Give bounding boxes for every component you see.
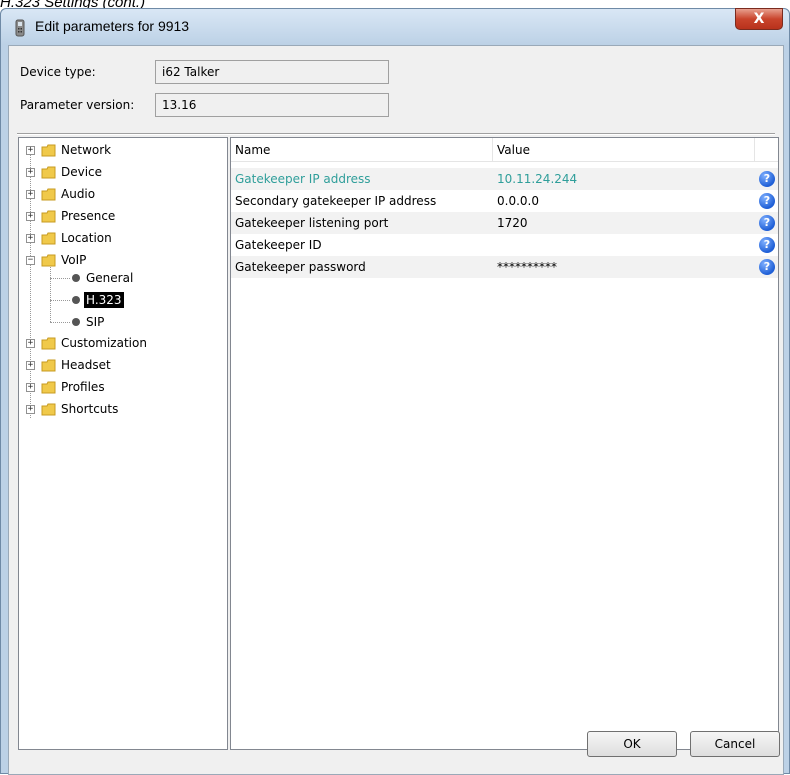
tree-item-label: Location: [61, 231, 112, 245]
column-header-name[interactable]: Name: [231, 138, 493, 162]
leaf-bullet-icon: [72, 296, 80, 304]
close-icon: X: [753, 11, 765, 27]
tree-item-label: Shortcuts: [61, 402, 119, 416]
leaf-bullet-icon: [72, 318, 80, 326]
folder-icon: [41, 381, 56, 394]
folder-icon: [41, 210, 56, 223]
tree-item-device[interactable]: + Device: [19, 163, 227, 183]
tree-item-label: VoIP: [61, 253, 87, 267]
tree-item-general[interactable]: General: [19, 268, 227, 288]
tree-item-headset[interactable]: + Headset: [19, 356, 227, 376]
expand-icon[interactable]: +: [26, 190, 35, 199]
tree-item-shortcuts[interactable]: + Shortcuts: [19, 400, 227, 420]
table-row[interactable]: Gatekeeper listening port 1720 ?: [231, 212, 778, 234]
help-icon[interactable]: ?: [759, 215, 775, 231]
expand-icon[interactable]: +: [26, 146, 35, 155]
expand-icon[interactable]: +: [26, 168, 35, 177]
tree-item-label: Network: [61, 143, 112, 157]
tree-item-network[interactable]: + Network: [19, 141, 227, 161]
table-header: Name Value: [231, 138, 778, 162]
ok-button[interactable]: OK: [587, 731, 677, 757]
help-icon[interactable]: ?: [759, 259, 775, 275]
parameter-version-label: Parameter version:: [20, 98, 135, 112]
table-row[interactable]: Gatekeeper IP address 10.11.24.244 ?: [231, 168, 778, 190]
table-row[interactable]: Gatekeeper password ********** ?: [231, 256, 778, 278]
tree-item-profiles[interactable]: + Profiles: [19, 378, 227, 398]
parameter-tree[interactable]: + Network + Device + Audio + Presence +: [18, 137, 228, 750]
param-name: Gatekeeper IP address: [235, 172, 371, 186]
separator: [17, 133, 775, 135]
param-name: Secondary gatekeeper IP address: [235, 194, 437, 208]
parameter-table[interactable]: Name Value Gatekeeper IP address 10.11.2…: [230, 137, 779, 750]
tree-item-label: General: [86, 271, 134, 285]
folder-icon: [41, 337, 56, 350]
param-name: Gatekeeper ID: [235, 238, 322, 252]
help-icon[interactable]: ?: [759, 193, 775, 209]
help-icon[interactable]: ?: [759, 237, 775, 253]
param-value[interactable]: 10.11.24.244: [493, 168, 577, 190]
column-header-value[interactable]: Value: [493, 138, 755, 162]
tree-item-customization[interactable]: + Customization: [19, 334, 227, 354]
device-type-label: Device type:: [20, 65, 96, 79]
expand-icon[interactable]: +: [26, 383, 35, 392]
folder-icon: [41, 359, 56, 372]
folder-icon: [41, 166, 56, 179]
tree-item-label: Headset: [61, 358, 111, 372]
collapse-icon[interactable]: −: [26, 256, 35, 265]
tree-item-h323[interactable]: H.323: [19, 290, 227, 310]
param-value[interactable]: **********: [493, 256, 557, 278]
tree-item-label: SIP: [86, 315, 105, 329]
table-row[interactable]: Secondary gatekeeper IP address 0.0.0.0 …: [231, 190, 778, 212]
expand-icon[interactable]: +: [26, 361, 35, 370]
folder-open-icon: [41, 254, 56, 267]
tree-item-location[interactable]: + Location: [19, 229, 227, 249]
app-icon: [15, 19, 25, 37]
expand-icon[interactable]: +: [26, 339, 35, 348]
tree-item-label: Presence: [61, 209, 116, 223]
tree-item-sip[interactable]: SIP: [19, 312, 227, 332]
folder-icon: [41, 188, 56, 201]
tree-item-label: Device: [61, 165, 103, 179]
tree-item-label: Customization: [61, 336, 147, 350]
help-icon[interactable]: ?: [759, 171, 775, 187]
folder-icon: [41, 144, 56, 157]
param-value[interactable]: 1720: [493, 212, 528, 234]
tree-item-audio[interactable]: + Audio: [19, 185, 227, 205]
tree-item-label: Audio: [61, 187, 96, 201]
dialog-client-area: Device type: i62 Talker Parameter versio…: [8, 45, 784, 775]
table-row[interactable]: Gatekeeper ID ?: [231, 234, 778, 256]
leaf-bullet-icon: [72, 274, 80, 282]
window-title: Edit parameters for 9913: [35, 18, 190, 34]
tree-item-presence[interactable]: + Presence: [19, 207, 227, 227]
tree-item-label-selected: H.323: [84, 292, 124, 308]
dialog-window: Edit parameters for 9913 X Device type: …: [0, 8, 790, 775]
param-value[interactable]: [493, 234, 497, 256]
parameter-version-field: 13.16: [155, 93, 389, 117]
folder-icon: [41, 232, 56, 245]
close-button[interactable]: X: [735, 8, 783, 30]
tree-item-label: Profiles: [61, 380, 105, 394]
folder-icon: [41, 403, 56, 416]
param-name: Gatekeeper listening port: [235, 216, 389, 230]
param-value[interactable]: 0.0.0.0: [493, 190, 539, 212]
expand-icon[interactable]: +: [26, 212, 35, 221]
device-type-field: i62 Talker: [155, 60, 389, 84]
expand-icon[interactable]: +: [26, 405, 35, 414]
title-bar[interactable]: Edit parameters for 9913 X: [1, 8, 789, 45]
cancel-button[interactable]: Cancel: [690, 731, 780, 757]
expand-icon[interactable]: +: [26, 234, 35, 243]
param-name: Gatekeeper password: [235, 260, 366, 274]
